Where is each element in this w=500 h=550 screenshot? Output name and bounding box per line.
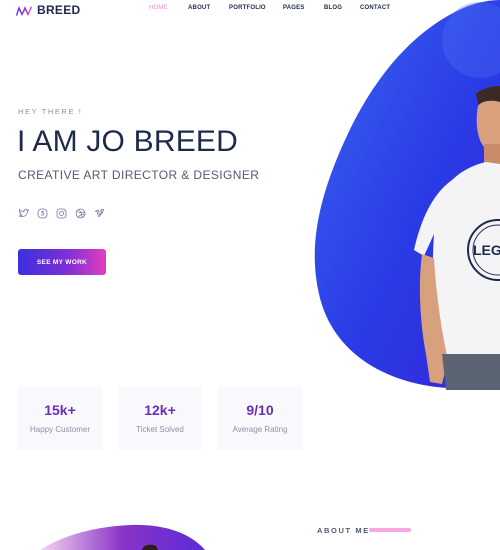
vimeo-icon[interactable] [94,208,105,219]
social-links [18,208,105,219]
see-my-work-button[interactable]: SEE MY WORK [18,249,106,275]
stat-card-ticket-solved: 12k+ Ticket Solved [118,387,202,450]
about-image-blob [40,524,205,550]
hero-greeting: HEY THERE ! [18,107,83,116]
stat-value: 12k+ [144,402,176,418]
twitter-icon[interactable] [18,208,29,219]
tshirt-print-text: LEGE [473,242,500,258]
stat-value: 9/10 [246,402,274,418]
nav-item-pages[interactable]: PAGES [283,5,305,11]
stat-label: Ticket Solved [136,425,184,434]
page: LEGE BREED HOME ABOUT PORTFOLIO PAGES BL… [0,0,500,550]
main-nav: HOME ABOUT PORTFOLIO PAGES BLOG CONTACT [0,5,500,17]
stat-label: Average Rating [232,425,288,434]
nav-item-about[interactable]: ABOUT [188,5,210,11]
nav-item-contact[interactable]: CONTACT [360,5,390,11]
stat-card-happy-customer: 15k+ Happy Customer [18,387,102,450]
hero-person-image: LEGE [414,86,500,390]
stat-card-average-rating: 9/10 Average Rating [218,387,302,450]
hero-subtitle: CREATIVE ART DIRECTOR & DESIGNER [18,168,260,182]
nav-item-blog[interactable]: BLOG [324,5,342,11]
dribbble-icon[interactable] [75,208,86,219]
skype-icon[interactable] [37,208,48,219]
about-section-accent-line [369,528,411,532]
stat-value: 15k+ [44,402,76,418]
about-section-label: ABOUT ME [317,526,370,535]
nav-item-portfolio[interactable]: PORTFOLIO [229,5,266,11]
nav-item-home[interactable]: HOME [149,5,168,11]
stat-label: Happy Customer [29,425,91,434]
hero-title: I AM JO BREED [17,125,238,158]
instagram-icon[interactable] [56,208,67,219]
